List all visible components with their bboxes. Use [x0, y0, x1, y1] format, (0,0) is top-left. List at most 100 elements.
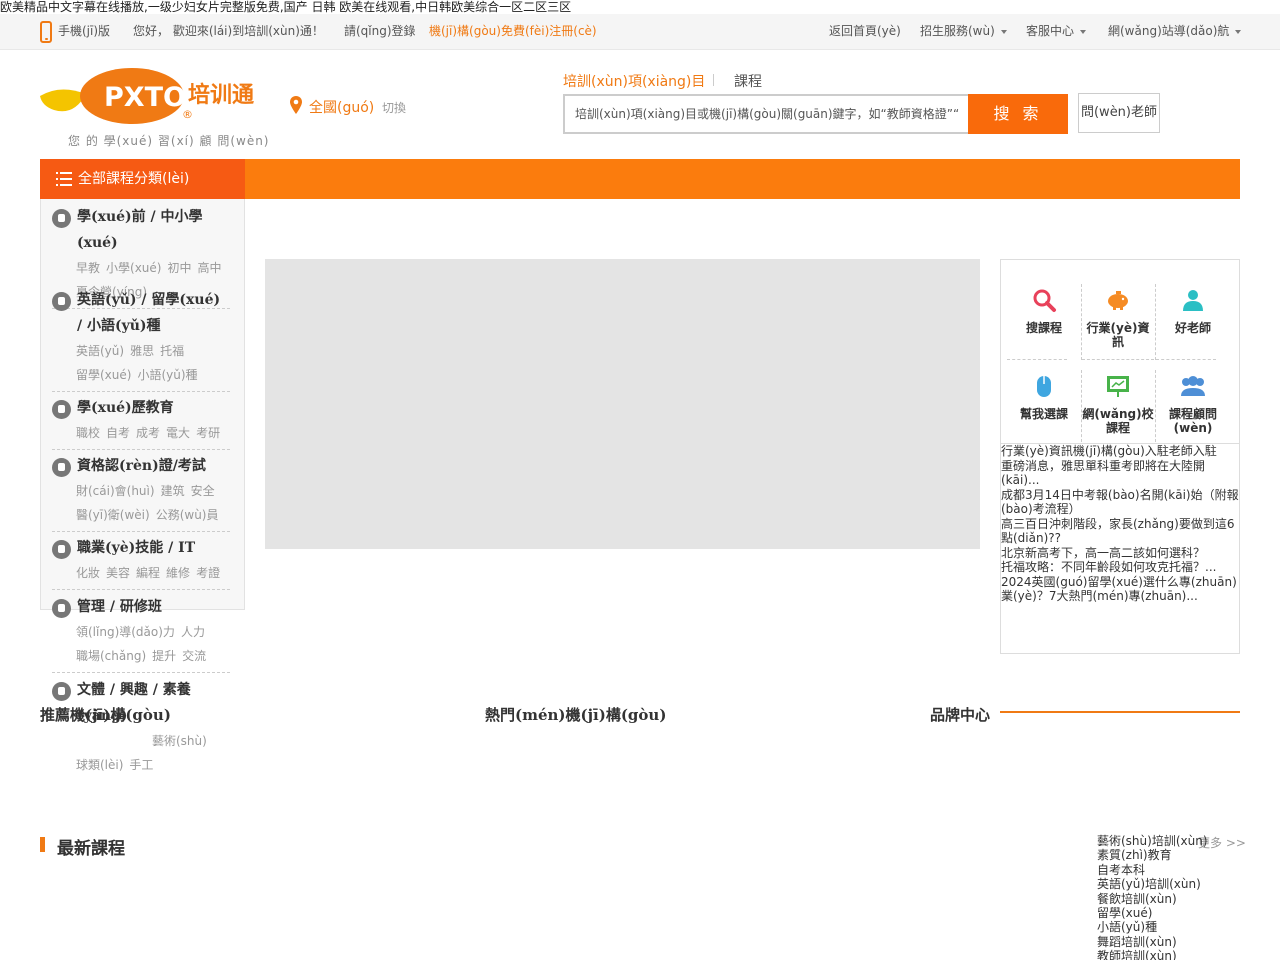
mobile-phone-icon: [40, 21, 52, 43]
category-link[interactable]: 留學(xué): [76, 368, 131, 382]
category-link[interactable]: 維修: [166, 566, 190, 580]
site-logo[interactable]: PXTO 培训通 ®: [40, 66, 256, 126]
search-tab-projects[interactable]: 培訓(xùn)項(xiàng)目: [563, 71, 705, 91]
brand-center-underline: [1000, 711, 1240, 713]
category-link[interactable]: 提升: [152, 649, 176, 663]
course-tag[interactable]: 舞蹈培訓(xùn): [1097, 935, 1208, 949]
category-link[interactable]: 自考: [106, 426, 130, 440]
logo-slogan: 您 的 學(xué) 習(xí) 顧 問(wèn): [68, 134, 270, 148]
category-link[interactable]: 醫(yī)衛(wèi): [76, 508, 150, 522]
category-link[interactable]: 早教: [76, 261, 100, 275]
category-link[interactable]: 職校: [76, 426, 100, 440]
category-link[interactable]: 英語(yǔ): [76, 344, 124, 358]
category-divider: [52, 391, 230, 392]
category-link[interactable]: 美容: [106, 566, 130, 580]
category-title[interactable]: 英語(yǔ) / 留學(xué) / 小語(yǔ)種: [77, 292, 220, 334]
login-link[interactable]: 請(qǐng)登錄: [344, 23, 416, 39]
quick-course-advisor[interactable]: 課程顧問(wèn): [1157, 373, 1229, 435]
category-link[interactable]: 編程: [136, 566, 160, 580]
recruit-menu[interactable]: 招生服務(wù): [920, 23, 1007, 39]
quick-label: 搜課程: [1025, 321, 1062, 335]
search-box: [563, 94, 969, 134]
category-divider: [52, 449, 230, 450]
all-categories-button[interactable]: 全部課程分類(lèi): [40, 159, 245, 199]
category-link[interactable]: 職場(chǎng): [76, 649, 146, 663]
category-title[interactable]: 管理 / 研修班: [77, 599, 162, 615]
search-input[interactable]: [565, 96, 969, 132]
category-link[interactable]: 交流: [182, 649, 206, 663]
current-city: 全國(guó): [309, 100, 375, 116]
brand-center-title: 品牌中心: [930, 706, 991, 724]
news-item[interactable]: 重磅消息，雅思單科重考即將在大陸開(kāi)...: [1001, 459, 1239, 488]
course-tag[interactable]: 藝術(shù)培訓(xùn): [1097, 834, 1208, 848]
category-title[interactable]: 學(xué)前 / 中小學(xué): [77, 209, 203, 251]
mouse-icon: [1037, 376, 1051, 397]
category-link[interactable]: 化妝: [76, 566, 100, 580]
quick-label: 幫我選課: [1019, 407, 1068, 421]
category-link[interactable]: 領(lǐng)導(dǎo)力: [76, 625, 175, 639]
category-link[interactable]: 電大: [166, 426, 190, 440]
list-icon: [56, 172, 72, 186]
top-bar: 手機(jī)版 您好， 歡迎來(lái)到培訓(xùn)通！ 請(qǐng)登錄…: [0, 14, 1280, 50]
category-title[interactable]: 職業(yè)技能 / IT: [77, 540, 195, 556]
site-nav-menu[interactable]: 網(wǎng)站導(dǎo)航: [1108, 23, 1242, 39]
chevron-down-icon: [1235, 29, 1242, 34]
news-item[interactable]: 北京新高考下，高一高二該如何選科？: [1001, 546, 1239, 561]
city-switch-link[interactable]: 切換: [382, 99, 406, 116]
news-item[interactable]: 2024英國(guó)留學(xué)選什么專(zhuān)業(yè)？7大熱門(…: [1001, 575, 1239, 604]
course-tag[interactable]: 英語(yǔ)培訓(xùn): [1097, 877, 1208, 891]
search-button[interactable]: 搜 索: [968, 94, 1068, 134]
category-link[interactable]: 人力: [181, 625, 205, 639]
category-link[interactable]: 財(cái)會(huì): [76, 484, 155, 498]
news-list: 行業(yè)資訊機(jī)構(gòu)入駐老師入駐 重磅消息，雅思單科重考即將在…: [1001, 443, 1239, 604]
course-tag[interactable]: 留學(xué): [1097, 906, 1208, 920]
category-link[interactable]: 小語(yǔ)種: [137, 368, 197, 382]
category-link[interactable]: 初中: [167, 261, 191, 275]
category-link[interactable]: 托福: [160, 344, 184, 358]
category-link[interactable]: 安全: [191, 484, 215, 498]
quick-divider: [1155, 284, 1156, 360]
quick-help-choose[interactable]: 幫我選課: [1008, 373, 1080, 421]
news-item[interactable]: 行業(yè)資訊機(jī)構(gòu)入駐老師入駐: [1001, 444, 1239, 459]
category-link[interactable]: 高中: [198, 261, 222, 275]
category-link[interactable]: 成考: [136, 426, 160, 440]
course-tag[interactable]: 素質(zhì)教育: [1097, 848, 1208, 862]
quick-divider: [1156, 359, 1216, 360]
seo-text: 欧美精品中文字幕在线播放,一级少妇女片完整版免费,国产 日韩 欧美在线观看,中日…: [0, 0, 572, 14]
course-tag[interactable]: 自考本科: [1097, 863, 1208, 877]
category-link[interactable]: 雅思: [130, 344, 154, 358]
service-menu[interactable]: 客服中心: [1026, 23, 1087, 39]
banner-carousel[interactable]: [265, 259, 980, 549]
quick-label: 網(wǎng)校課程: [1082, 407, 1154, 435]
category-link[interactable]: 公務(wù)員: [156, 508, 219, 522]
mobile-version-link[interactable]: 手機(jī)版: [58, 23, 110, 39]
category-link[interactable]: 小學(xué): [106, 261, 161, 275]
news-item[interactable]: 高三百日沖刺階段，家長(zhǎng)要做到這6點(diǎn)??: [1001, 517, 1239, 546]
search-tab-courses[interactable]: 課程: [734, 71, 762, 91]
category-title[interactable]: 資格認(rèn)證/考試: [77, 458, 206, 474]
category-title[interactable]: 學(xué)歷教育: [77, 400, 174, 416]
quick-search-courses[interactable]: 搜課程: [1008, 287, 1080, 335]
course-tag[interactable]: 教師培訓(xùn): [1097, 949, 1208, 960]
latest-courses-title: 最新課程: [57, 839, 125, 859]
quick-label: 好老師: [1174, 321, 1211, 335]
news-item[interactable]: 托福攻略：不同年齡段如何攻克托福？...: [1001, 560, 1239, 575]
quick-good-teachers[interactable]: 好老師: [1157, 287, 1229, 335]
news-item[interactable]: 成都3月14日中考報(bào)名開(kāi)始（附報(bào)考流程）: [1001, 488, 1239, 517]
category-link[interactable]: 藝術(shù): [152, 734, 207, 748]
quick-online-courses[interactable]: 網(wǎng)校課程: [1082, 373, 1154, 435]
category-link[interactable]: 考證: [196, 566, 220, 580]
category-link[interactable]: 球類(lèi): [76, 758, 123, 772]
quick-divider: [1007, 359, 1067, 360]
home-link[interactable]: 返回首頁(yè): [829, 23, 901, 39]
course-tag[interactable]: 餐飲培訓(xùn): [1097, 892, 1208, 906]
register-link[interactable]: 機(jī)構(gòu)免費(fèi)注冊(cè): [429, 23, 597, 39]
category-link[interactable]: 考研: [196, 426, 220, 440]
ask-teacher-button[interactable]: 問(wèn)老師: [1078, 93, 1160, 133]
category-link[interactable]: 建筑: [161, 484, 185, 498]
course-tag[interactable]: 小語(yǔ)種: [1097, 920, 1208, 934]
quick-divider: [1155, 370, 1156, 442]
quick-industry-news[interactable]: 行業(yè)資訊: [1082, 287, 1154, 349]
student-icon: [52, 209, 71, 228]
category-link[interactable]: 手工: [129, 758, 153, 772]
